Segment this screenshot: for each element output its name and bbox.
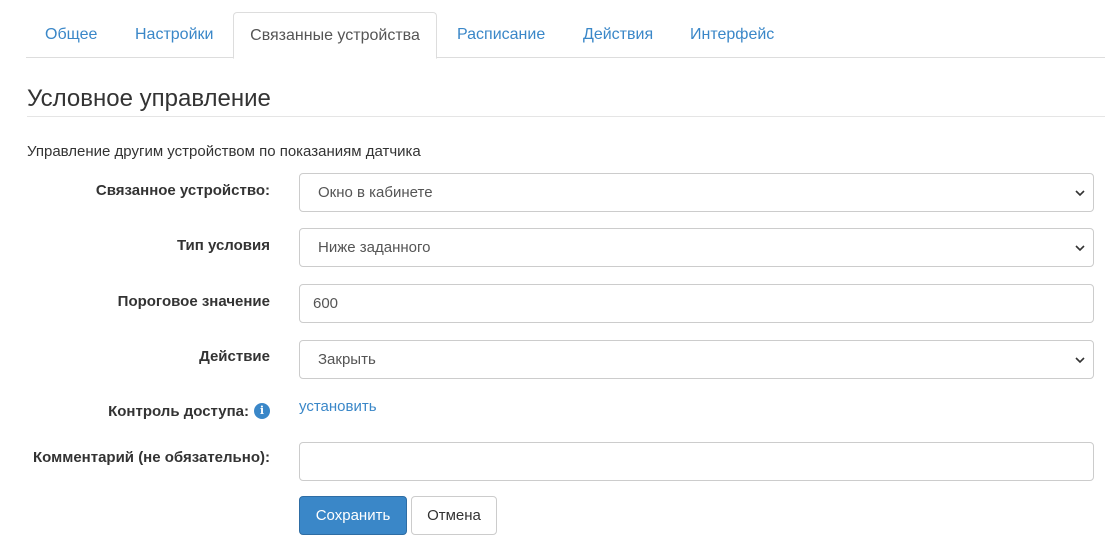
comment-label: Комментарий (не обязательно): bbox=[33, 449, 270, 466]
linked-device-value: Окно в кабинете bbox=[318, 184, 433, 201]
tab-linked-devices[interactable]: Связанные устройства bbox=[233, 12, 437, 59]
comment-input[interactable] bbox=[299, 442, 1094, 481]
access-control-label: Контроль доступа: bbox=[108, 403, 249, 420]
threshold-value: 600 bbox=[313, 295, 339, 312]
action-select[interactable]: Закрыть bbox=[299, 340, 1094, 379]
page: Общее Настройки Связанные устройства Рас… bbox=[0, 0, 1105, 551]
set-access-link[interactable]: установить bbox=[299, 397, 377, 417]
info-icon[interactable]: i bbox=[254, 403, 270, 419]
chevron-down-icon bbox=[1075, 190, 1085, 197]
condition-type-value: Ниже заданного bbox=[318, 239, 431, 256]
tab-settings[interactable]: Настройки bbox=[135, 12, 213, 58]
action-label: Действие bbox=[199, 348, 270, 365]
cancel-button[interactable]: Отмена bbox=[411, 496, 497, 535]
section-description: Управление другим устройством по показан… bbox=[27, 143, 421, 160]
title-divider bbox=[27, 116, 1105, 117]
chevron-down-icon bbox=[1075, 245, 1085, 252]
save-button[interactable]: Сохранить bbox=[299, 496, 407, 535]
tab-actions[interactable]: Действия bbox=[583, 12, 653, 58]
condition-type-select[interactable]: Ниже заданного bbox=[299, 228, 1094, 267]
section-title: Условное управление bbox=[27, 85, 271, 112]
threshold-label: Пороговое значение bbox=[117, 293, 270, 310]
tab-bar: Общее Настройки Связанные устройства Рас… bbox=[26, 12, 1105, 59]
linked-device-label: Связанное устройство: bbox=[95, 182, 270, 199]
condition-type-label: Тип условия bbox=[176, 237, 270, 254]
chevron-down-icon bbox=[1075, 357, 1085, 364]
tab-schedule[interactable]: Расписание bbox=[457, 12, 545, 58]
threshold-input[interactable]: 600 bbox=[299, 284, 1094, 323]
tab-interface[interactable]: Интерфейс bbox=[690, 12, 774, 58]
tab-general[interactable]: Общее bbox=[45, 12, 97, 58]
action-value: Закрыть bbox=[318, 351, 376, 368]
linked-device-select[interactable]: Окно в кабинете bbox=[299, 173, 1094, 212]
